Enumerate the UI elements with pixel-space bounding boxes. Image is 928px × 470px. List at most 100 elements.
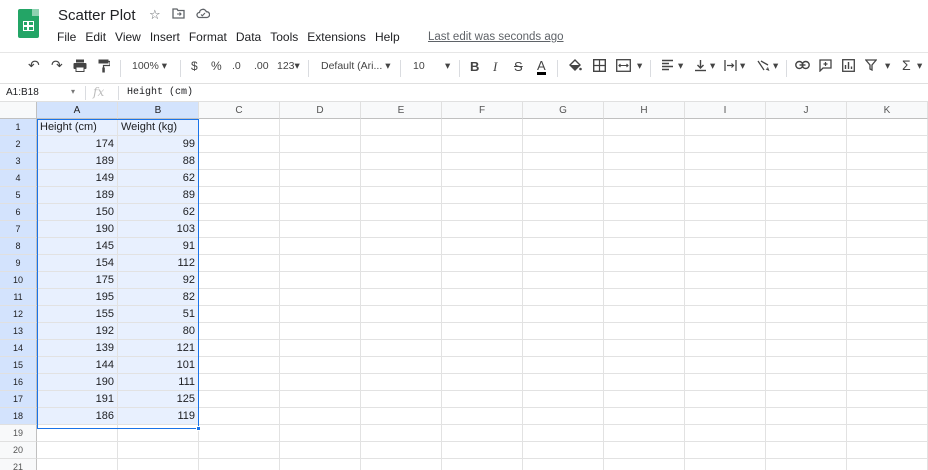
cell-f7[interactable] (442, 221, 523, 238)
cell-d8[interactable] (280, 238, 361, 255)
cell-b9[interactable]: 112 (118, 255, 199, 272)
cell-b4[interactable]: 62 (118, 170, 199, 187)
spreadsheet-grid[interactable]: A B C D E F G H I J K 1 Height (cm) Weight (kg) 2 174 99… (0, 102, 928, 470)
more-formats-select[interactable]: 123▾ (277, 60, 300, 72)
cell-e21[interactable] (361, 459, 442, 470)
cell-f10[interactable] (442, 272, 523, 289)
cell-e18[interactable] (361, 408, 442, 425)
cell-k20[interactable] (847, 442, 928, 459)
cell-j14[interactable] (766, 340, 847, 357)
column-header-h[interactable]: H (604, 102, 685, 119)
cell-i21[interactable] (685, 459, 766, 470)
cell-d6[interactable] (280, 204, 361, 221)
menu-item-data[interactable]: Data (236, 30, 261, 44)
column-header-a[interactable]: A (37, 102, 118, 119)
functions-icon[interactable]: Σ (902, 57, 911, 73)
cell-h8[interactable] (604, 238, 685, 255)
cell-e7[interactable] (361, 221, 442, 238)
merge-dropdown-icon[interactable]: ▾ (637, 60, 642, 72)
cell-j17[interactable] (766, 391, 847, 408)
row-header-15[interactable]: 15 (0, 357, 37, 374)
text-rotation-dropdown-icon[interactable]: ▾ (773, 60, 778, 72)
font-size-dropdown-icon[interactable]: ▾ (445, 60, 450, 72)
cell-a10[interactable]: 175 (37, 272, 118, 289)
menu-item-help[interactable]: Help (375, 30, 400, 44)
cell-a9[interactable]: 154 (37, 255, 118, 272)
cell-i9[interactable] (685, 255, 766, 272)
filter-dropdown-icon[interactable]: ▾ (885, 60, 890, 72)
row-header-4[interactable]: 4 (0, 170, 37, 187)
cell-a16[interactable]: 190 (37, 374, 118, 391)
fill-color-icon[interactable] (568, 59, 582, 75)
cell-f6[interactable] (442, 204, 523, 221)
cell-k16[interactable] (847, 374, 928, 391)
text-wrapping-icon[interactable] (724, 59, 737, 75)
cell-h7[interactable] (604, 221, 685, 238)
row-header-5[interactable]: 5 (0, 187, 37, 204)
cell-d13[interactable] (280, 323, 361, 340)
cell-d18[interactable] (280, 408, 361, 425)
cell-g13[interactable] (523, 323, 604, 340)
cell-f13[interactable] (442, 323, 523, 340)
cell-h9[interactable] (604, 255, 685, 272)
cell-j20[interactable] (766, 442, 847, 459)
cell-k6[interactable] (847, 204, 928, 221)
last-edit-link[interactable]: Last edit was seconds ago (428, 31, 564, 43)
cell-e19[interactable] (361, 425, 442, 442)
borders-icon[interactable] (592, 58, 607, 75)
cell-e8[interactable] (361, 238, 442, 255)
insert-comment-icon[interactable] (819, 59, 832, 75)
column-header-f[interactable]: F (442, 102, 523, 119)
menu-item-insert[interactable]: Insert (150, 30, 180, 44)
horizontal-align-dropdown-icon[interactable]: ▾ (678, 60, 683, 72)
cell-a8[interactable]: 145 (37, 238, 118, 255)
horizontal-align-icon[interactable] (661, 59, 674, 74)
fill-handle[interactable] (196, 426, 201, 431)
row-header-3[interactable]: 3 (0, 153, 37, 170)
vertical-align-dropdown-icon[interactable]: ▾ (710, 60, 715, 72)
currency-format-button[interactable]: $ (191, 59, 198, 73)
column-header-g[interactable]: G (523, 102, 604, 119)
cell-i11[interactable] (685, 289, 766, 306)
cell-a2[interactable]: 174 (37, 136, 118, 153)
cell-g21[interactable] (523, 459, 604, 470)
cell-d9[interactable] (280, 255, 361, 272)
cell-j12[interactable] (766, 306, 847, 323)
cell-f19[interactable] (442, 425, 523, 442)
cell-c8[interactable] (199, 238, 280, 255)
menu-item-view[interactable]: View (115, 30, 141, 44)
cell-j15[interactable] (766, 357, 847, 374)
row-header-8[interactable]: 8 (0, 238, 37, 255)
strikethrough-button[interactable]: S (514, 59, 523, 74)
text-color-button[interactable]: A (537, 59, 546, 75)
cell-b17[interactable]: 125 (118, 391, 199, 408)
cell-e9[interactable] (361, 255, 442, 272)
row-header-10[interactable]: 10 (0, 272, 37, 289)
cell-i17[interactable] (685, 391, 766, 408)
cell-h5[interactable] (604, 187, 685, 204)
cell-b10[interactable]: 92 (118, 272, 199, 289)
cell-h13[interactable] (604, 323, 685, 340)
cell-j9[interactable] (766, 255, 847, 272)
cell-b7[interactable]: 103 (118, 221, 199, 238)
row-header-2[interactable]: 2 (0, 136, 37, 153)
cell-k7[interactable] (847, 221, 928, 238)
bold-button[interactable]: B (470, 59, 479, 74)
cell-c2[interactable] (199, 136, 280, 153)
cell-b16[interactable]: 111 (118, 374, 199, 391)
cell-e11[interactable] (361, 289, 442, 306)
cell-e14[interactable] (361, 340, 442, 357)
cell-j4[interactable] (766, 170, 847, 187)
cell-c4[interactable] (199, 170, 280, 187)
cell-k13[interactable] (847, 323, 928, 340)
cell-b3[interactable]: 88 (118, 153, 199, 170)
cell-f11[interactable] (442, 289, 523, 306)
cell-k1[interactable] (847, 119, 928, 136)
cell-b11[interactable]: 82 (118, 289, 199, 306)
cell-h1[interactable] (604, 119, 685, 136)
cell-f1[interactable] (442, 119, 523, 136)
cell-c16[interactable] (199, 374, 280, 391)
cell-h14[interactable] (604, 340, 685, 357)
merge-cells-icon[interactable] (616, 59, 631, 75)
cell-e10[interactable] (361, 272, 442, 289)
